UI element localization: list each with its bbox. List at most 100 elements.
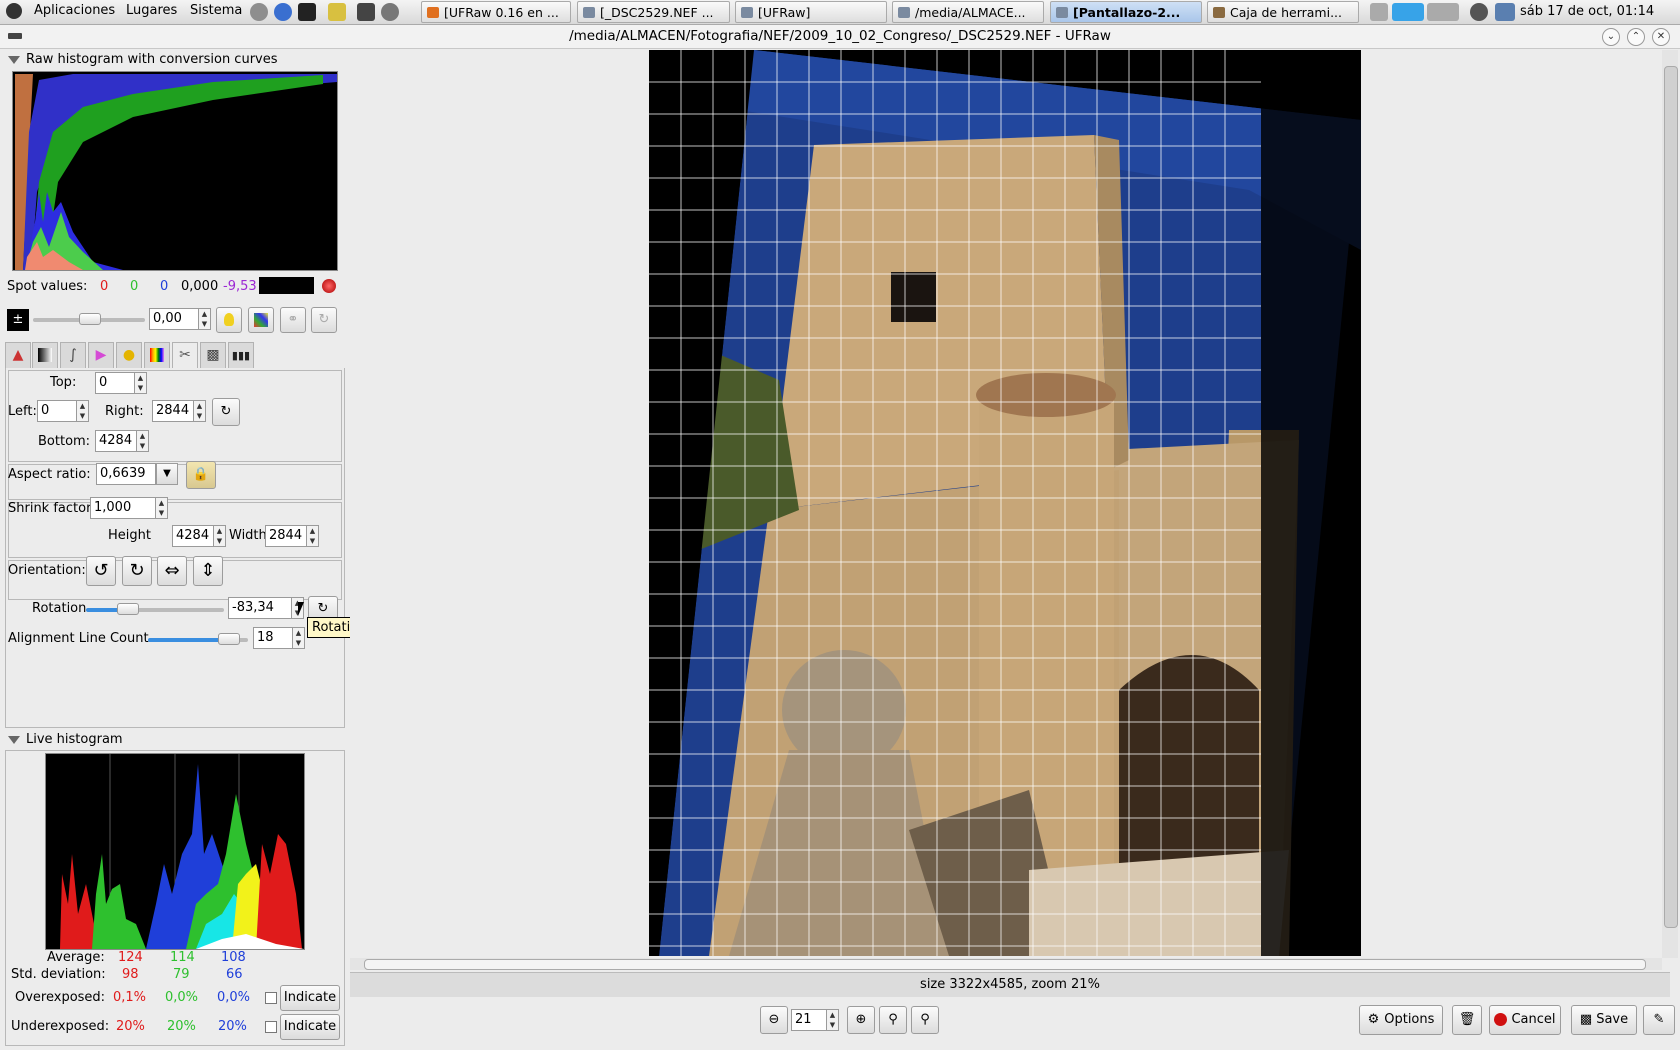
- aspect-lock-button[interactable]: 🔒: [186, 461, 216, 489]
- exposure-input[interactable]: 0,00: [149, 308, 199, 330]
- average-blue: 108: [221, 950, 246, 965]
- clip-highlights-button[interactable]: ⚭: [280, 307, 306, 333]
- crop-right-input[interactable]: 2844: [152, 400, 194, 422]
- workspace-1-icon[interactable]: [1392, 3, 1424, 21]
- shrink-factor-spinner[interactable]: ▲ ▼: [156, 497, 168, 519]
- settings-icon[interactable]: [1470, 3, 1488, 21]
- horizontal-scroll-thumb[interactable]: [364, 959, 1646, 970]
- save-button[interactable]: ▩ Save: [1571, 1005, 1637, 1035]
- underexposed-checkbox[interactable]: [265, 1021, 277, 1033]
- aspect-ratio-combo[interactable]: 0,6639: [96, 463, 156, 485]
- send-to-gimp-button[interactable]: ✎: [1643, 1005, 1675, 1035]
- width-spinner[interactable]: ▲ ▼: [307, 525, 319, 547]
- vertical-scroll-thumb[interactable]: [1664, 66, 1678, 928]
- horizontal-scrollbar[interactable]: [350, 958, 1662, 970]
- zoom-out-button[interactable]: ⊖: [760, 1006, 788, 1034]
- trash-icon[interactable]: [1370, 3, 1388, 21]
- menu-aplicaciones[interactable]: Aplicaciones: [34, 3, 115, 18]
- task-ufraw[interactable]: [UFRaw]: [735, 1, 887, 23]
- tab-base-curve[interactable]: ∫: [60, 342, 86, 368]
- zoom-in-button[interactable]: ⊕: [847, 1006, 875, 1034]
- chevron-down-icon: ▼: [163, 468, 171, 479]
- workspace-2-icon[interactable]: [1427, 3, 1459, 21]
- zoom-fit-button[interactable]: ⚲: [879, 1006, 907, 1034]
- task-media-almacen[interactable]: /media/ALMACE...: [892, 1, 1044, 23]
- help-icon[interactable]: [250, 3, 268, 21]
- alignment-spinner[interactable]: ▲ ▼: [293, 627, 305, 649]
- gnome-foot-icon[interactable]: [6, 3, 22, 19]
- window-menu-icon[interactable]: [8, 33, 22, 39]
- terminal-icon[interactable]: [298, 3, 316, 21]
- rotate-cw-button[interactable]: ↻: [122, 556, 152, 586]
- height-spinner[interactable]: ▲ ▼: [214, 525, 226, 547]
- height-label: Height: [108, 528, 151, 543]
- auto-exposure-button[interactable]: [216, 307, 242, 333]
- raw-histogram-expander[interactable]: Raw histogram with conversion curves: [8, 52, 278, 67]
- zoom-100-button[interactable]: ⚲: [911, 1006, 939, 1034]
- shrink-factor-input[interactable]: 1,000: [90, 497, 156, 519]
- tab-saturation[interactable]: [144, 342, 170, 368]
- live-histogram-expander[interactable]: Live histogram: [8, 732, 123, 747]
- alignment-slider-knob[interactable]: [218, 633, 240, 645]
- reset-exposure-button[interactable]: ↻: [311, 307, 337, 333]
- gear-icon[interactable]: [381, 3, 399, 21]
- zoom-input[interactable]: 21: [791, 1009, 827, 1031]
- crop-bottom-input[interactable]: 4284: [95, 430, 137, 452]
- tab-grayscale[interactable]: [32, 342, 58, 368]
- cancel-button[interactable]: Cancel: [1489, 1005, 1561, 1035]
- clock[interactable]: sáb 17 de oct, 01:14: [1520, 4, 1654, 19]
- rotation-slider-track[interactable]: [86, 608, 224, 612]
- image-preview[interactable]: [649, 50, 1361, 956]
- rotation-input[interactable]: -83,34: [228, 597, 292, 619]
- overexposed-indicate-button[interactable]: Indicate: [280, 985, 340, 1011]
- mail-icon[interactable]: [328, 3, 346, 21]
- close-button[interactable]: ✕: [1652, 28, 1670, 46]
- orientation-label: Orientation:: [8, 563, 86, 578]
- network-icon[interactable]: [1495, 3, 1515, 21]
- crop-left-spinner[interactable]: ▲ ▼: [77, 400, 89, 422]
- reset-crop-button[interactable]: ↻: [212, 398, 240, 426]
- rotation-slider-knob[interactable]: [117, 603, 139, 615]
- vertical-scrollbar[interactable]: [1662, 50, 1678, 958]
- alignment-input[interactable]: 18: [253, 627, 293, 649]
- maximize-button[interactable]: ⌃: [1627, 28, 1645, 46]
- menu-sistema[interactable]: Sistema: [190, 3, 242, 18]
- zoom-spinner[interactable]: ▲ ▼: [827, 1009, 839, 1031]
- exposure-spinner[interactable]: ▲ ▼: [199, 308, 211, 330]
- tab-save[interactable]: ▩: [200, 342, 226, 368]
- rotate-ccw-button[interactable]: ↺: [86, 556, 116, 586]
- tab-color-management[interactable]: ▶: [88, 342, 114, 368]
- crop-top-input[interactable]: 0: [95, 372, 135, 394]
- overexposed-checkbox[interactable]: [265, 992, 277, 1004]
- restore-exposure-button[interactable]: [248, 307, 274, 333]
- crop-left-input[interactable]: 0: [37, 400, 77, 422]
- aspect-ratio-dropdown[interactable]: ▼: [156, 463, 178, 485]
- link-icon: ⚭: [287, 312, 299, 327]
- width-input[interactable]: 2844: [265, 525, 307, 547]
- browser-icon[interactable]: [274, 3, 292, 21]
- exposure-slider-knob[interactable]: [79, 313, 101, 325]
- tab-lightness[interactable]: ●: [116, 342, 142, 368]
- crop-top-spinner[interactable]: ▲ ▼: [135, 372, 147, 394]
- delete-button[interactable]: 🗑: [1452, 1005, 1482, 1035]
- task-dsc-nef[interactable]: [_DSC2529.NEF ...: [577, 1, 730, 23]
- spot-clear-icon[interactable]: [322, 279, 336, 293]
- flip-horizontal-button[interactable]: ⇔: [157, 556, 187, 586]
- task-caja-herramientas[interactable]: Caja de herrami...: [1207, 1, 1359, 23]
- task-ufraw-about[interactable]: [UFRaw 0.16 en ...: [421, 1, 571, 23]
- live-histogram-label: Live histogram: [26, 732, 123, 747]
- options-button[interactable]: ⚙ Options: [1359, 1005, 1443, 1035]
- task-label: /media/ALMACE...: [915, 5, 1026, 20]
- screen-icon[interactable]: [357, 3, 375, 21]
- menu-lugares[interactable]: Lugares: [126, 3, 177, 18]
- crop-right-spinner[interactable]: ▲ ▼: [194, 400, 206, 422]
- tab-exif[interactable]: ▮▮▮: [228, 342, 254, 368]
- underexposed-indicate-button[interactable]: Indicate: [280, 1014, 340, 1040]
- tab-crop-rotate[interactable]: ✂: [172, 342, 198, 370]
- height-input[interactable]: 4284: [172, 525, 214, 547]
- tab-white-balance[interactable]: ▲: [5, 342, 31, 368]
- crop-bottom-spinner[interactable]: ▲ ▼: [137, 430, 149, 452]
- flip-vertical-button[interactable]: ⇕: [193, 556, 223, 586]
- task-pantallazo[interactable]: [Pantallazo-2...: [1050, 1, 1202, 23]
- minimize-button[interactable]: ⌄: [1602, 28, 1620, 46]
